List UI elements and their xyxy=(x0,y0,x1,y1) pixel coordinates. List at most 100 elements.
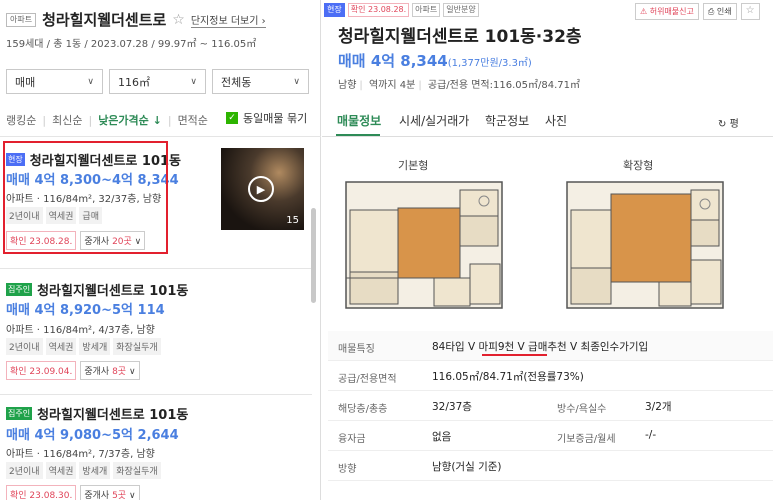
onsite-badge: 현장 xyxy=(324,3,345,17)
detail-panel: 현장 확인 23.08.28. 아파트 일반분양 ⚠ 허위매물신고 ⎙ 인쇄 ☆… xyxy=(322,0,773,500)
tab-price-history[interactable]: 시세/실거래가 xyxy=(399,112,469,129)
complex-header: 아파트 청라힐지웰더센트로 ☆ 단지정보 더보기 › xyxy=(6,9,266,30)
tab-listing-info[interactable]: 매물정보 xyxy=(337,112,381,129)
row-key: 기보증금/월세 xyxy=(557,434,616,445)
row-value: 84타입 V 마피9천 V 급매추천 V 최종인수가기입 xyxy=(432,341,649,353)
row-value: 없음 xyxy=(432,431,452,443)
row-value: 남향(거실 기준) xyxy=(432,461,502,473)
detail-price: 매매 4억 8,344(1,377만원/3.3㎡) xyxy=(338,50,532,71)
table-row: 매물특징 84타입 V 마피9천 V 급매추천 V 최종인수가기입 xyxy=(328,331,773,361)
pyeong-label: 평 xyxy=(729,119,739,130)
trade-type-select[interactable]: 매매 ∨ xyxy=(6,69,103,94)
chevron-down-icon: ∨ xyxy=(293,76,300,87)
photo-count: 15 xyxy=(286,215,299,226)
table-row: 해당층/총층 32/37층 방수/욕실수 3/2개 xyxy=(328,391,773,421)
feature-tag: 2년이내 xyxy=(6,462,43,479)
report-label: 허위매물신고 xyxy=(649,7,694,16)
same-listing-toggle[interactable]: ✓ 동일매물 묶기 xyxy=(226,110,307,126)
station-distance: 역까지 4분 xyxy=(368,80,416,91)
area-value: 116㎡ xyxy=(118,75,150,89)
complex-summary: 159세대 / 총 1동 / 2023.07.28 / 99.97㎡ ~ 116… xyxy=(6,39,257,50)
feature-tag: 2년이내 xyxy=(6,338,43,355)
agent-count: 8곳 xyxy=(112,367,127,377)
feature-tag: 역세권 xyxy=(45,338,77,355)
listing-price: 매매 4억 9,080~5억 2,644 xyxy=(6,428,179,443)
floorplan-basic-image[interactable] xyxy=(344,180,504,310)
sort-options: 랭킹순 | 최신순 | 낮은가격순 ↓ | 면적순 xyxy=(6,112,208,128)
complex-name[interactable]: 청라힐지웰더센트로 xyxy=(42,9,166,30)
trade-type-value: 매매 xyxy=(15,75,36,89)
row-value: 3/2개 xyxy=(645,401,672,413)
tab-photos[interactable]: 사진 xyxy=(545,112,567,129)
feature-tag: 화장실두개 xyxy=(113,338,161,355)
divider xyxy=(0,268,312,269)
checkbox-checked-icon[interactable]: ✓ xyxy=(226,112,238,124)
row-key: 매물특징 xyxy=(338,344,375,355)
listing-price: 매매 4억 8,920~5억 114 xyxy=(6,303,165,318)
sale-type-tag: 일반분양 xyxy=(443,3,479,17)
favorite-star-icon[interactable]: ☆ xyxy=(740,3,760,20)
same-listing-label: 동일매물 묶기 xyxy=(243,112,308,125)
sort-area[interactable]: 면적순 xyxy=(178,112,208,128)
row-key: 융자금 xyxy=(338,434,366,445)
row-key: 방수/욕실수 xyxy=(557,404,607,415)
owner-badge: 집주인 xyxy=(6,407,33,420)
feature-tag: 방세개 xyxy=(79,462,111,479)
print-button[interactable]: ⎙ 인쇄 xyxy=(702,3,737,20)
agent-count: 5곳 xyxy=(112,491,127,500)
listing-spec: 아파트 · 116/84m², 4/37층, 남향 xyxy=(6,325,155,336)
sort-low-price[interactable]: 낮은가격순 ↓ xyxy=(98,112,162,128)
detail-actions: ⚠ 허위매물신고 ⎙ 인쇄 ☆ xyxy=(635,3,760,20)
agent-count-button[interactable]: 중개사 8곳 ∨ xyxy=(80,361,140,380)
tab-school[interactable]: 학군정보 xyxy=(485,112,529,129)
favorite-star-icon[interactable]: ☆ xyxy=(172,12,185,28)
listing-panel: 아파트 청라힐지웰더센트로 ☆ 단지정보 더보기 › 159세대 / 총 1동 … xyxy=(0,0,321,500)
play-icon[interactable]: ▶ xyxy=(248,176,274,202)
agent-label: 중개사 xyxy=(84,367,113,377)
area-info: 공급/전용 면적:116.05㎡/84.71㎡ xyxy=(427,80,580,91)
listing-name[interactable]: 청라힐지웰더센트로 101동 xyxy=(37,280,188,299)
refresh-icon: ↻ xyxy=(718,119,727,130)
siren-icon: ⚠ xyxy=(640,7,648,16)
floorplan-extended-label: 확장형 xyxy=(623,159,654,172)
report-button[interactable]: ⚠ 허위매물신고 xyxy=(635,3,699,20)
sort-latest[interactable]: 최신순 xyxy=(52,112,82,128)
row-value: -/- xyxy=(645,429,657,441)
agent-label: 중개사 xyxy=(84,491,113,500)
confirm-date: 확인 23.09.04. xyxy=(6,361,77,380)
feature-tag: 화장실두개 xyxy=(113,462,161,479)
detail-tags: 현장 확인 23.08.28. 아파트 일반분양 xyxy=(324,3,479,17)
confirm-date: 확인 23.08.30. xyxy=(6,485,77,500)
chevron-down-icon: ∨ xyxy=(190,76,197,87)
row-value: 32/37층 xyxy=(432,401,472,413)
building-select[interactable]: 전체동 ∨ xyxy=(212,69,309,94)
property-type-tag: 아파트 xyxy=(412,3,441,17)
listing-thumbnail[interactable]: ▶ 15 xyxy=(221,148,304,230)
row-key: 해당층/총층 xyxy=(338,404,388,415)
pyeong-toggle[interactable]: ↻ 평 xyxy=(718,115,739,130)
detail-title: 청라힐지웰더센트로 101동·32층 xyxy=(338,27,582,47)
floorplan-extended-image[interactable] xyxy=(565,180,725,310)
floorplan-basic-label: 기본형 xyxy=(398,159,429,172)
divider xyxy=(0,394,312,395)
filter-bar: 매매 ∨ 116㎡ ∨ 전체동 ∨ xyxy=(6,69,309,94)
complex-info-link-label: 단지정보 더보기 xyxy=(190,15,259,27)
print-icon: ⎙ xyxy=(707,7,715,16)
row-key: 방향 xyxy=(338,464,357,475)
highlight-box xyxy=(3,141,168,254)
agent-count-button[interactable]: 중개사 5곳 ∨ xyxy=(80,485,140,500)
scrollbar[interactable] xyxy=(311,208,316,303)
complex-type-tag: 아파트 xyxy=(6,12,37,27)
complex-info-link[interactable]: 단지정보 더보기 › xyxy=(190,12,266,28)
owner-badge: 집주인 xyxy=(6,283,33,296)
print-label: 인쇄 xyxy=(716,7,732,16)
listing-name[interactable]: 청라힐지웰더센트로 101동 xyxy=(37,404,188,423)
table-row: 방향 남향(거실 기준) xyxy=(328,451,773,481)
listing-spec: 아파트 · 116/84m², 7/37층, 남향 xyxy=(6,449,155,460)
divider xyxy=(0,136,321,137)
highlight-underline xyxy=(482,354,547,356)
area-select[interactable]: 116㎡ ∨ xyxy=(109,69,206,94)
sort-ranking[interactable]: 랭킹순 xyxy=(6,112,36,128)
tab-active-indicator xyxy=(336,134,380,136)
detail-summary: 남향 | 역까지 4분 | 공급/전용 면적:116.05㎡/84.71㎡ xyxy=(338,80,580,91)
